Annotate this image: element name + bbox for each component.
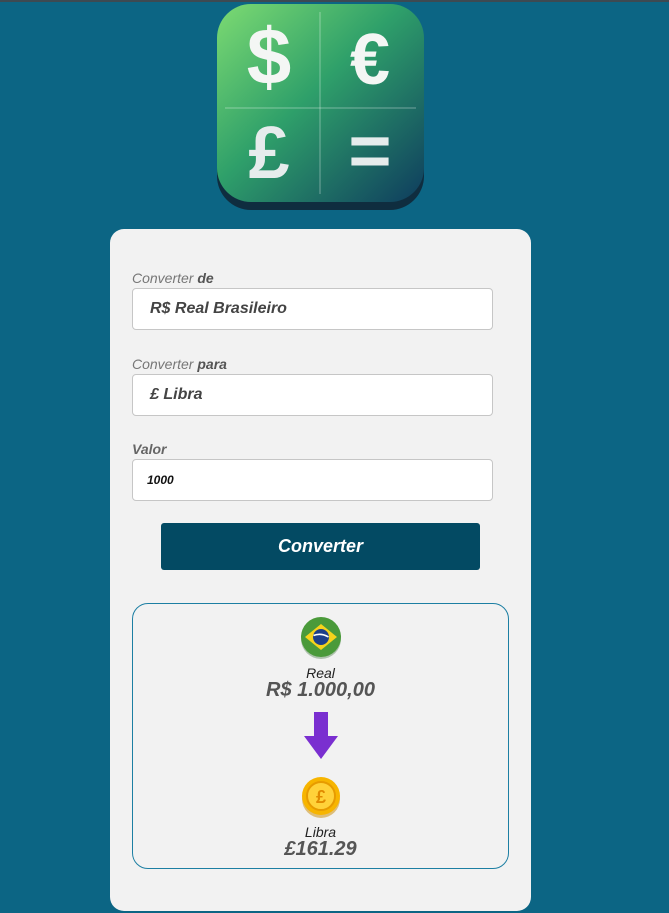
target-amount: £161.29: [284, 838, 357, 860]
source-amount: R$ 1.000,00: [266, 679, 375, 701]
to-currency-select[interactable]: £ Libra: [132, 374, 493, 416]
top-border: [0, 0, 669, 2]
svg-text:£: £: [248, 111, 289, 194]
svg-text:$: $: [247, 12, 292, 101]
brazil-flag-icon: [301, 617, 341, 659]
amount-value: 1000: [147, 473, 174, 487]
pound-coin-icon: £: [302, 777, 340, 818]
to-currency-value: £ Libra: [150, 386, 203, 403]
arrow-down-icon: [304, 712, 338, 759]
from-currency-value: R$ Real Brasileiro: [150, 300, 287, 317]
amount-label: Valor: [132, 441, 167, 457]
svg-text:=: =: [348, 109, 391, 192]
svg-text:£: £: [316, 787, 326, 807]
converter-card: Converter de R$ Real Brasileiro Converte…: [110, 229, 531, 911]
to-label: Converter para: [132, 356, 227, 372]
svg-text:€: €: [350, 20, 390, 100]
convert-button[interactable]: Converter: [161, 523, 480, 570]
from-label: Converter de: [132, 270, 214, 286]
from-currency-select[interactable]: R$ Real Brasileiro: [132, 288, 493, 330]
currency-logo-icon: $ € £ =: [217, 4, 424, 210]
amount-input[interactable]: 1000: [132, 459, 493, 501]
result-panel: Real R$ 1.000,00 £ Libra £161.29: [132, 603, 509, 869]
